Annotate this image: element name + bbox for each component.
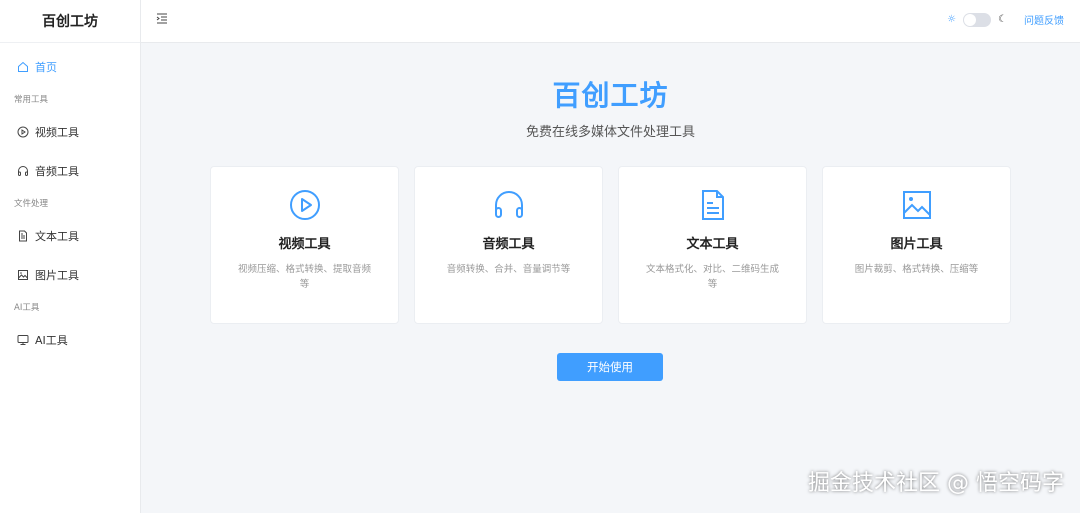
- document-icon: [19, 230, 27, 241]
- card-description: 音频转换、合并、音量调节等: [446, 264, 571, 275]
- card-description: 图片裁剪、格式转换、压缩等: [854, 264, 979, 275]
- sidebar-item-label: AI工具: [35, 333, 68, 347]
- sidebar-item-label: 首页: [35, 60, 57, 74]
- card-description: 视频压缩、格式转换、提取音频等: [237, 264, 371, 290]
- card-text-tools[interactable]: 文本工具 文本格式化、对比、二维码生成等: [618, 166, 807, 324]
- page-title: 百创工坊: [552, 79, 669, 112]
- sidebar-group-label: AI工具: [14, 303, 40, 313]
- sidebar-group-label: 常用工具: [14, 95, 49, 105]
- card-title: 图片工具: [890, 237, 943, 252]
- sidebar-item-label: 音频工具: [35, 164, 79, 178]
- sidebar-item-label: 视频工具: [35, 125, 79, 139]
- sidebar-item-label: 文本工具: [35, 229, 79, 243]
- sidebar-logo: 百创工坊: [0, 0, 140, 43]
- home-icon: [18, 61, 28, 72]
- watermark: 掘金技术社区 @ 悟空码字: [808, 471, 1064, 496]
- card-audio-tools[interactable]: 音频工具 音频转换、合并、音量调节等: [414, 166, 603, 324]
- card-title: 音频工具: [482, 237, 535, 252]
- play-circle-icon: [289, 190, 320, 220]
- start-button[interactable]: 开始使用: [557, 353, 663, 381]
- sidebar-item-image[interactable]: 图片工具: [0, 255, 140, 294]
- moon-icon: ☾: [998, 14, 1007, 25]
- theme-toggle[interactable]: [963, 12, 992, 27]
- card-video-tools[interactable]: 视频工具 视频压缩、格式转换、提取音频等: [210, 166, 399, 324]
- document-icon: [701, 190, 724, 220]
- menu-fold-icon[interactable]: [156, 13, 168, 24]
- sidebar-item-text[interactable]: 文本工具: [0, 216, 140, 255]
- feedback-link[interactable]: 问题反馈: [1024, 12, 1064, 27]
- play-circle-icon: [17, 126, 29, 137]
- image-icon: [902, 191, 931, 219]
- card-image-tools[interactable]: 图片工具 图片裁剪、格式转换、压缩等: [822, 166, 1011, 324]
- card-title: 文本工具: [686, 237, 739, 252]
- card-title: 视频工具: [278, 237, 331, 252]
- sun-icon: ☼: [947, 14, 957, 25]
- sidebar-item-video[interactable]: 视频工具: [0, 112, 140, 151]
- card-description: 文本格式化、对比、二维码生成等: [645, 264, 779, 290]
- sidebar-item-audio[interactable]: 音频工具: [0, 151, 140, 190]
- headphones-icon: [18, 165, 28, 176]
- headphones-icon: [494, 191, 523, 218]
- sidebar-group-label: 文件处理: [14, 199, 49, 209]
- sidebar: 百创工坊 首页 常用工具 视频工具 音频工具 文件处理 文本工具 图片工具 AI…: [0, 0, 141, 513]
- page-subtitle: 免费在线多媒体文件处理工具: [525, 125, 695, 140]
- monitor-icon: [17, 334, 29, 345]
- sidebar-item-ai[interactable]: AI工具: [0, 320, 140, 359]
- top-header: ☼ ☾ 问题反馈: [141, 0, 1080, 43]
- image-icon: [18, 269, 28, 280]
- sidebar-item-home[interactable]: 首页: [0, 47, 140, 86]
- sidebar-item-label: 图片工具: [35, 268, 79, 282]
